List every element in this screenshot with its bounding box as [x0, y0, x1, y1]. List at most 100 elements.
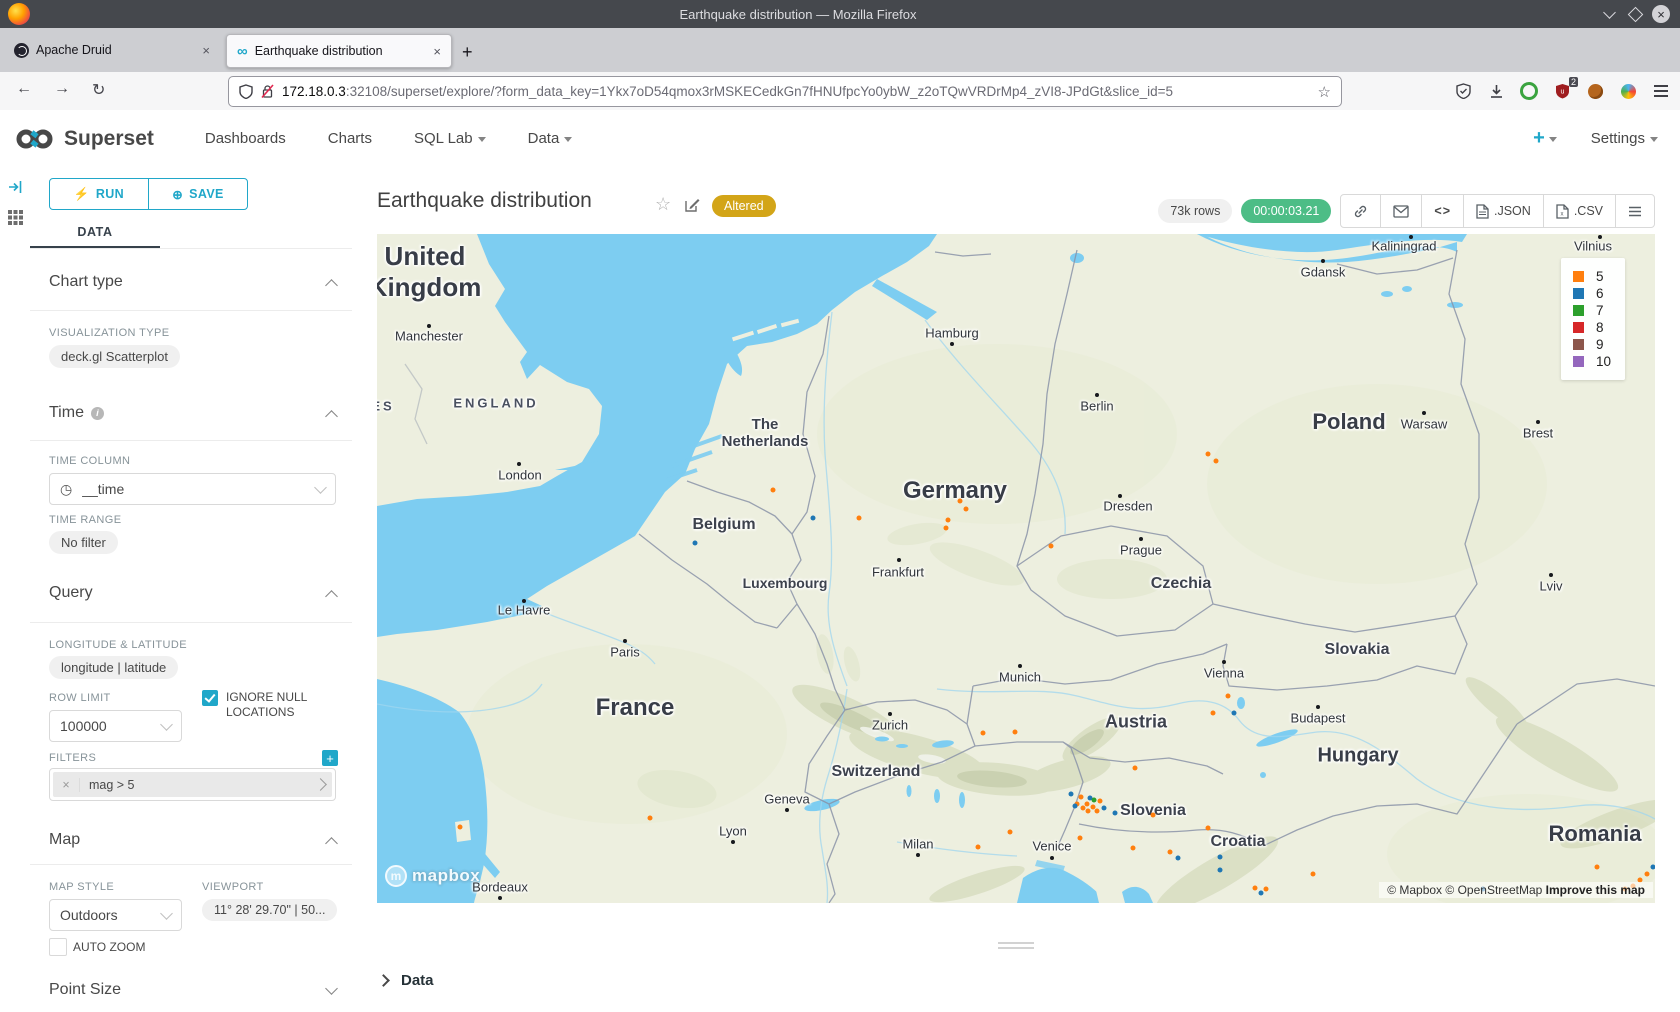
mapbox-attribution-link[interactable]: © Mapbox: [1387, 883, 1442, 897]
scatter-point: [1176, 856, 1181, 861]
section-point-size[interactable]: Point Size: [49, 981, 336, 999]
section-chart-type[interactable]: Chart type: [49, 273, 336, 291]
lonlat-value[interactable]: longitude | latitude: [49, 656, 178, 679]
query-timer-badge: 00:00:03.21: [1241, 199, 1331, 223]
window-minimize-button[interactable]: [1596, 4, 1622, 24]
pocket-shield-icon[interactable]: [1454, 82, 1472, 100]
scatter-point: [944, 526, 949, 531]
filter-chip[interactable]: × mag > 5: [53, 772, 332, 797]
reload-button[interactable]: ↻: [92, 80, 105, 100]
tab-close-icon[interactable]: ×: [433, 44, 441, 59]
tab-apache-druid[interactable]: Apache Druid ×: [4, 34, 220, 66]
csv-file-icon: x: [1556, 204, 1569, 219]
nav-item-data[interactable]: Data: [528, 130, 573, 147]
info-icon: i: [91, 407, 104, 420]
superset-navbar: Superset Dashboards Charts SQL Lab Data + S…: [0, 110, 1680, 168]
improve-map-link[interactable]: Improve this map: [1546, 883, 1645, 897]
caret-down-icon: [1650, 137, 1658, 142]
panel-resize-handle[interactable]: [998, 942, 1034, 952]
settings-menu[interactable]: Settings: [1591, 130, 1658, 147]
time-range-value[interactable]: No filter: [49, 531, 118, 554]
scatter-point: [946, 518, 951, 523]
mapbox-logo[interactable]: m mapbox: [385, 865, 480, 887]
nav-item-dashboards[interactable]: Dashboards: [205, 130, 286, 147]
chevron-down-icon: [314, 481, 327, 494]
map-label: Manchester: [395, 329, 463, 344]
embed-code-button[interactable]: <>: [1422, 195, 1464, 227]
datasource-grid-icon[interactable]: [7, 209, 24, 226]
scatter-point: [1218, 855, 1223, 860]
city-dot: [1409, 235, 1413, 239]
viewport-value[interactable]: 11° 28' 29.70" | 50...: [202, 899, 337, 921]
scatter-point: [1079, 795, 1084, 800]
save-button[interactable]: ⊕SAVE: [149, 179, 247, 209]
tab-data[interactable]: DATA: [30, 225, 160, 239]
new-tab-button[interactable]: +: [462, 42, 473, 63]
scatter-point: [1651, 865, 1656, 870]
menu-icon[interactable]: [1652, 82, 1670, 100]
cookie-extension-icon[interactable]: [1586, 82, 1604, 100]
auto-zoom-checkbox[interactable]: [49, 938, 67, 956]
city-dot: [916, 853, 920, 857]
window-close-button[interactable]: ×: [1648, 4, 1674, 24]
deckgl-scatterplot-map[interactable]: United KingdomFranceGermanyPolandRomania…: [377, 234, 1655, 903]
osm-attribution-link[interactable]: © OpenStreetMap: [1445, 883, 1542, 897]
tab-close-icon[interactable]: ×: [202, 43, 210, 58]
insecure-lock-icon[interactable]: [261, 84, 274, 99]
back-button[interactable]: ←: [16, 80, 32, 98]
edit-title-icon[interactable]: [685, 197, 700, 212]
window-maximize-button[interactable]: [1622, 4, 1648, 24]
collapse-panel-icon[interactable]: [8, 180, 23, 194]
data-panel-toggle[interactable]: Data: [379, 972, 434, 989]
tracking-shield-icon[interactable]: [239, 84, 253, 99]
more-options-button[interactable]: [1616, 195, 1654, 227]
pinwheel-extension-icon[interactable]: [1619, 82, 1637, 100]
remove-filter-icon[interactable]: ×: [53, 778, 80, 792]
new-chart-button[interactable]: +: [1533, 127, 1557, 150]
map-label: Czechia: [1151, 575, 1211, 593]
export-json-button[interactable]: .JSON: [1464, 195, 1544, 227]
ublock-shield-icon[interactable]: u 2: [1553, 82, 1571, 100]
favorite-star-icon[interactable]: ☆: [655, 194, 671, 215]
run-button[interactable]: ⚡RUN: [50, 179, 149, 209]
superset-logo[interactable]: Superset: [14, 127, 154, 151]
firefox-logo-icon: [8, 3, 30, 25]
extension-green-icon[interactable]: [1520, 82, 1538, 100]
viz-type-value[interactable]: deck.gl Scatterplot: [49, 345, 180, 368]
chart-area: Earthquake distribution ☆ Altered 73k ro…: [352, 167, 1680, 1012]
altered-badge[interactable]: Altered: [712, 195, 776, 217]
nav-item-charts[interactable]: Charts: [328, 130, 372, 147]
tab-earthquake-distribution[interactable]: ∞ Earthquake distribution ×: [226, 34, 452, 68]
section-map[interactable]: Map: [49, 831, 336, 849]
add-filter-button[interactable]: +: [322, 750, 338, 766]
caret-down-icon: [1549, 137, 1557, 142]
city-dot: [1549, 573, 1553, 577]
map-label: Switzerland: [832, 763, 921, 781]
row-limit-select[interactable]: 100000: [49, 710, 182, 742]
ignore-null-checkbox[interactable]: [202, 690, 218, 706]
section-time[interactable]: Time i: [49, 404, 336, 422]
nav-item-sql-lab[interactable]: SQL Lab: [414, 130, 486, 147]
map-label: Croatia: [1210, 833, 1265, 851]
email-button[interactable]: [1381, 195, 1422, 227]
filters-label: FILTERS: [49, 752, 96, 764]
copy-link-button[interactable]: [1341, 195, 1381, 227]
time-column-select[interactable]: ◷ __time: [49, 473, 336, 505]
data-panel-label: Data: [401, 972, 434, 989]
viz-type-label: VISUALIZATION TYPE: [49, 327, 170, 339]
map-style-select[interactable]: Outdoors: [49, 899, 182, 931]
city-dot: [785, 808, 789, 812]
bookmark-star-icon[interactable]: ☆: [1318, 83, 1331, 101]
row-limit-label: ROW LIMIT: [49, 692, 111, 704]
druid-favicon: [14, 43, 29, 58]
forward-button[interactable]: →: [54, 80, 70, 98]
scatter-point: [857, 516, 862, 521]
section-query[interactable]: Query: [49, 584, 336, 602]
downloads-icon[interactable]: [1487, 82, 1505, 100]
scatter-point: [1168, 850, 1173, 855]
expand-filter-icon[interactable]: [308, 780, 332, 789]
scatter-point: [1069, 792, 1074, 797]
json-file-icon: [1476, 204, 1489, 219]
url-bar[interactable]: 172.18.0.3:32108/superset/explore/?form_…: [228, 76, 1342, 107]
export-csv-button[interactable]: x .CSV: [1544, 195, 1616, 227]
